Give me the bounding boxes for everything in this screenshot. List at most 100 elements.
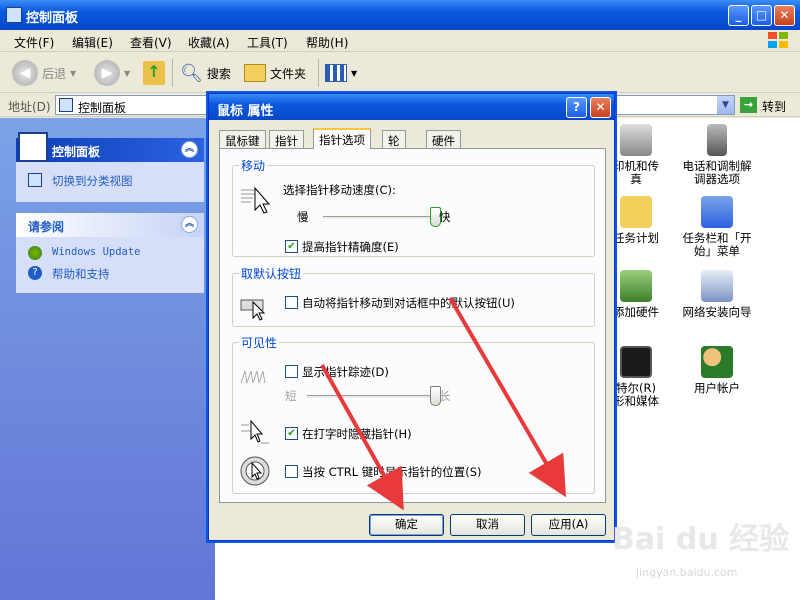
snap-to-label: 自动将指针移动到对话框中的默认按钮(U) <box>302 296 515 310</box>
ctrl-locate-checkbox[interactable] <box>285 465 298 478</box>
up-folder-button[interactable]: ↑ <box>143 59 165 87</box>
network-setup-item[interactable]: 网络安装向导 <box>677 270 757 319</box>
users-icon <box>701 346 733 378</box>
search-icon: 🔍︎ <box>180 62 203 84</box>
address-label: 地址(D) <box>8 100 51 114</box>
control-panel-check-icon <box>18 132 48 162</box>
search-button[interactable]: 🔍︎ 搜索 <box>180 59 231 87</box>
mouse-properties-dialog: 鼠标 属性 ? ✕ 鼠标键 指针 指针选项 轮 硬件 移动 选择指针移动速度(C… <box>208 93 615 541</box>
precision-label: 提高指针精确度(E) <box>302 240 399 254</box>
back-button[interactable]: ◀ 后退 ▼ <box>12 59 76 87</box>
back-arrow-icon: ◀ <box>12 60 38 86</box>
minimize-button[interactable]: _ <box>728 5 749 26</box>
hardware-icon <box>620 270 652 302</box>
see-also-panel-header[interactable]: 请参阅 ︽ <box>16 213 204 237</box>
printers-faxes-item[interactable]: 印机和传真 <box>611 124 661 186</box>
phone-modem-item[interactable]: 电话和调制解调器选项 <box>677 124 757 186</box>
taskbar-startmenu-item[interactable]: 任务栏和「开始」菜单 <box>677 196 757 258</box>
dialog-title: 鼠标 属性 <box>217 104 274 119</box>
up-arrow-icon: ↑ <box>143 61 165 85</box>
cancel-button[interactable]: 取消 <box>450 514 525 536</box>
collapse-icon[interactable]: ︽ <box>181 216 198 233</box>
speed-slider-track[interactable] <box>323 216 431 220</box>
pointer-options-page: 移动 选择指针移动速度(C): 慢 快 ✔ 提高指针精确度(E) 取默认按钮 自… <box>219 148 606 503</box>
tab-pointer-options[interactable]: 指针选项 <box>313 128 371 149</box>
visibility-group: 可见性 显示指针踪迹(D) 短 长 ✔ 在打字时隐藏指针(H) 当按 CTRL … <box>232 334 595 494</box>
go-button[interactable]: 转到 <box>762 98 786 115</box>
forward-arrow-icon: ▶ <box>94 60 120 86</box>
window-titlebar: 控制面板 _ □ ✕ <box>0 0 800 30</box>
snap-to-checkbox[interactable] <box>285 296 298 309</box>
motion-group: 移动 选择指针移动速度(C): 慢 快 ✔ 提高指针精确度(E) <box>232 157 595 257</box>
short-label: 短 <box>285 389 297 403</box>
menu-edit[interactable]: 编辑(E) <box>72 34 113 51</box>
scheduled-tasks-folder-icon <box>620 196 652 228</box>
close-button[interactable]: ✕ <box>774 5 795 26</box>
pointer-trails-checkbox[interactable] <box>285 365 298 378</box>
folders-button[interactable]: 文件夹 <box>244 59 306 87</box>
scheduled-tasks-item[interactable]: 任务计划 <box>611 196 661 245</box>
menu-file[interactable]: 文件(F) <box>14 34 54 51</box>
hide-pointer-checkbox[interactable]: ✔ <box>285 427 298 440</box>
apply-button[interactable]: 应用(A) <box>531 514 606 536</box>
fast-label: 快 <box>439 210 451 224</box>
phone-icon <box>707 124 727 156</box>
snap-to-icon <box>240 299 266 321</box>
menu-bar: 文件(F) 编辑(E) 查看(V) 收藏(A) 工具(T) 帮助(H) <box>0 30 800 52</box>
views-icon <box>325 64 347 82</box>
tab-hardware[interactable]: 硬件 <box>426 130 461 148</box>
windows-update-icon <box>28 246 42 260</box>
baidu-watermark-url: jingyan.baidu.com <box>636 566 738 579</box>
control-panel-panel: 控制面板 ︽ 切换到分类视图 <box>16 132 204 202</box>
switch-view-link[interactable]: 切换到分类视图 <box>16 170 204 190</box>
monitor-icon <box>620 346 652 378</box>
toolbar-separator <box>172 59 173 87</box>
ctrl-locate-icon <box>240 456 270 486</box>
pointer-trails-label: 显示指针踪迹(D) <box>302 365 389 379</box>
user-accounts-item[interactable]: 用户帐户 <box>677 346 757 395</box>
dialog-titlebar: 鼠标 属性 ? ✕ <box>209 94 614 120</box>
forward-button[interactable]: ▶ ▼ <box>94 59 130 87</box>
folder-icon <box>244 64 266 82</box>
maximize-button[interactable]: □ <box>751 5 772 26</box>
realtek-audio-item[interactable]: 特尔(R)形和媒体 <box>611 346 661 408</box>
control-panel-icon <box>6 7 22 23</box>
address-dropdown-icon[interactable]: ▼ <box>717 96 734 114</box>
trail-slider-track[interactable] <box>307 395 431 399</box>
windows-update-link[interactable]: Windows Update <box>16 243 204 263</box>
menu-tools[interactable]: 工具(T) <box>247 34 288 51</box>
speed-label: 选择指针移动速度(C): <box>283 183 396 197</box>
tab-pointers[interactable]: 指针 <box>269 130 304 148</box>
network-house-icon <box>701 270 733 302</box>
control-panel-panel-header[interactable]: 控制面板 ︽ <box>16 132 204 162</box>
toolbar-separator <box>318 59 319 87</box>
switch-view-icon <box>28 173 42 187</box>
precision-checkbox[interactable]: ✔ <box>285 240 298 253</box>
collapse-icon[interactable]: ︽ <box>181 141 198 158</box>
views-dropdown-icon: ▼ <box>351 68 358 78</box>
tab-buttons[interactable]: 鼠标键 <box>219 130 266 148</box>
task-pane: 控制面板 ︽ 切换到分类视图 请参阅 ︽ Windows Update ? 帮助… <box>0 118 215 600</box>
printer-icon <box>620 124 652 156</box>
long-label: 长 <box>439 389 451 403</box>
go-arrow-icon[interactable]: → <box>740 97 757 113</box>
pointer-speed-icon <box>241 186 271 214</box>
help-icon: ? <box>28 266 42 280</box>
toolbar: ◀ 后退 ▼ ▶ ▼ ↑ 🔍︎ 搜索 文件夹 ▼ <box>0 53 800 93</box>
baidu-watermark: Bai du 经验 <box>612 522 790 557</box>
menu-favorites[interactable]: 收藏(A) <box>188 34 230 51</box>
menu-help[interactable]: 帮助(H) <box>306 34 348 51</box>
help-button[interactable]: ? <box>566 97 587 118</box>
dialog-close-button[interactable]: ✕ <box>590 97 611 118</box>
add-hardware-item[interactable]: 添加硬件 <box>611 270 661 319</box>
hide-pointer-label: 在打字时隐藏指针(H) <box>302 427 412 441</box>
window-title: 控制面板 <box>26 11 79 26</box>
windows-logo-icon <box>768 32 790 50</box>
hide-pointer-icon <box>241 419 269 444</box>
control-panel-icon <box>59 98 73 112</box>
views-button[interactable]: ▼ <box>325 59 357 87</box>
ok-button[interactable]: 确定 <box>369 514 444 536</box>
help-support-link[interactable]: ? 帮助和支持 <box>16 263 204 283</box>
tab-wheel[interactable]: 轮 <box>382 130 406 148</box>
menu-view[interactable]: 查看(V) <box>130 34 172 51</box>
